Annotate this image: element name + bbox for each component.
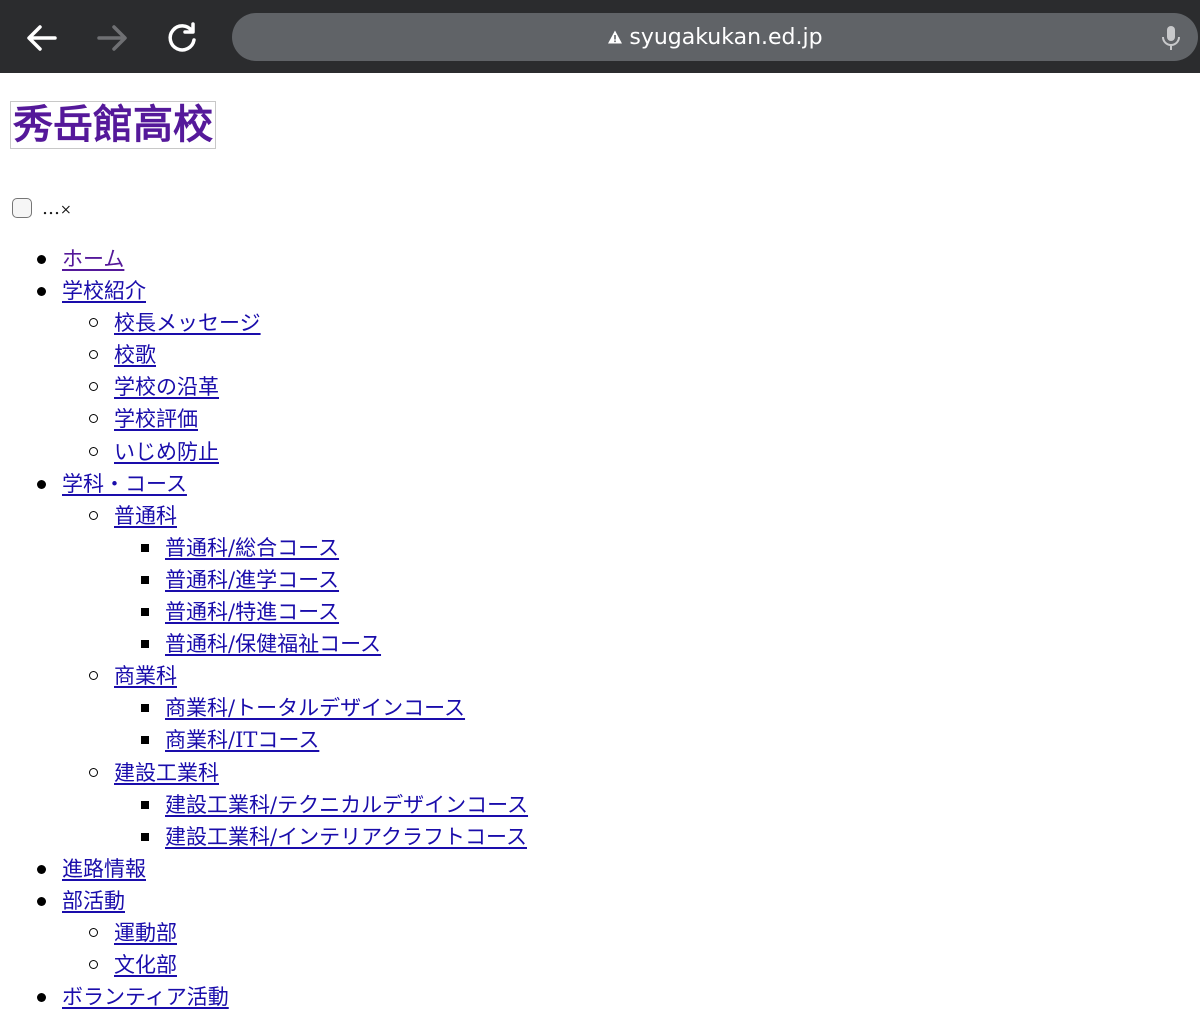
warning-triangle-icon bbox=[607, 29, 623, 45]
url-text: syugakukan.ed.jp bbox=[629, 24, 823, 50]
nav-link[interactable]: ホーム bbox=[62, 247, 124, 271]
menu-dots: … bbox=[42, 197, 60, 219]
nav-item: 建設工業科/テクニカルデザインコース bbox=[0, 789, 528, 821]
nav-item: 普通科/進学コース bbox=[0, 564, 528, 596]
nav-item: ホーム bbox=[0, 243, 528, 275]
nav-link[interactable]: 進路情報 bbox=[62, 857, 146, 881]
nav-link[interactable]: 建設工業科/テクニカルデザインコース bbox=[165, 793, 528, 817]
global-nav: ホーム学校紹介校長メッセージ 校歌学校の沿革学校評価いじめ防止学科・コース普通科普… bbox=[0, 243, 528, 1013]
nav-item: 商業科 bbox=[0, 660, 528, 692]
nav-link[interactable]: 建設工業科/インテリアクラフトコース bbox=[165, 825, 527, 849]
nav-link[interactable]: 部活動 bbox=[62, 889, 125, 913]
nav-link[interactable]: 普通科/保健福祉コース bbox=[165, 632, 381, 656]
reload-icon bbox=[168, 22, 196, 52]
nav-item: 学校の沿革 bbox=[0, 371, 528, 403]
forward-button[interactable] bbox=[92, 18, 132, 58]
site-logo-link[interactable]: 秀岳館高校 bbox=[10, 101, 216, 149]
nav-link[interactable]: 運動部 bbox=[114, 921, 177, 945]
nav-link[interactable]: いじめ防止 bbox=[114, 440, 219, 464]
nav-link[interactable]: 建設工業科 bbox=[114, 761, 219, 785]
nav-item: 普通科 bbox=[0, 500, 528, 532]
nav-item: 学校評価 bbox=[0, 403, 528, 435]
nav-item: 建設工業科 bbox=[0, 757, 528, 789]
nav-item: いじめ防止 bbox=[0, 436, 528, 468]
nav-item: 建設工業科/インテリアクラフトコース bbox=[0, 821, 528, 853]
nav-link[interactable]: 商業科/ITコース bbox=[165, 728, 319, 752]
nav-item: 校長メッセージ bbox=[0, 307, 528, 339]
nav-item: 普通科/特進コース bbox=[0, 596, 528, 628]
menu-close-mark: × bbox=[60, 201, 72, 218]
nav-item: 普通科/総合コース bbox=[0, 532, 528, 564]
nav-item: 校歌 bbox=[0, 339, 528, 371]
nav-link[interactable]: 普通科 bbox=[114, 504, 177, 528]
nav-item: 学科・コース bbox=[0, 468, 528, 500]
nav-link[interactable]: 普通科/総合コース bbox=[165, 536, 339, 560]
nav-link[interactable]: 普通科/進学コース bbox=[165, 568, 339, 592]
nav-item: ボランティア活動 bbox=[0, 981, 528, 1013]
nav-link[interactable]: 校歌 bbox=[114, 343, 156, 367]
nav-link[interactable]: 商業科 bbox=[114, 664, 177, 688]
nav-link[interactable]: 普通科/特進コース bbox=[165, 600, 339, 624]
nav-item: 商業科/トータルデザインコース bbox=[0, 692, 528, 724]
nav-link[interactable]: 学校紹介 bbox=[62, 279, 146, 303]
microphone-icon[interactable] bbox=[1158, 24, 1184, 52]
nav-item: 部活動 bbox=[0, 885, 528, 917]
arrow-left-icon bbox=[27, 25, 57, 51]
nav-link[interactable]: 文化部 bbox=[114, 953, 177, 977]
menu-toggle-checkbox[interactable] bbox=[12, 198, 32, 218]
nav-link[interactable]: 商業科/トータルデザインコース bbox=[165, 696, 465, 720]
nav-item: 普通科/保健福祉コース bbox=[0, 628, 528, 660]
reload-button[interactable] bbox=[162, 18, 202, 58]
browser-toolbar: syugakukan.ed.jp bbox=[0, 0, 1200, 73]
nav-link[interactable]: 学校の沿革 bbox=[114, 375, 219, 399]
nav-item: 商業科/ITコース bbox=[0, 724, 528, 756]
nav-link[interactable]: 校長メッセージ bbox=[114, 311, 261, 335]
nav-link[interactable]: 学校評価 bbox=[114, 407, 198, 431]
nav-item: 学校紹介 bbox=[0, 275, 528, 307]
nav-item: 進路情報 bbox=[0, 853, 528, 885]
nav-link[interactable]: 学科・コース bbox=[62, 472, 187, 496]
nav-item: 運動部 bbox=[0, 917, 528, 949]
address-bar[interactable]: syugakukan.ed.jp bbox=[232, 13, 1198, 61]
arrow-right-icon bbox=[97, 25, 127, 51]
nav-item: 文化部 bbox=[0, 949, 528, 981]
menu-row: …× bbox=[12, 193, 72, 223]
back-button[interactable] bbox=[22, 18, 62, 58]
menu-toggle-label[interactable]: …× bbox=[42, 198, 72, 219]
nav-link[interactable]: ボランティア活動 bbox=[62, 985, 229, 1009]
